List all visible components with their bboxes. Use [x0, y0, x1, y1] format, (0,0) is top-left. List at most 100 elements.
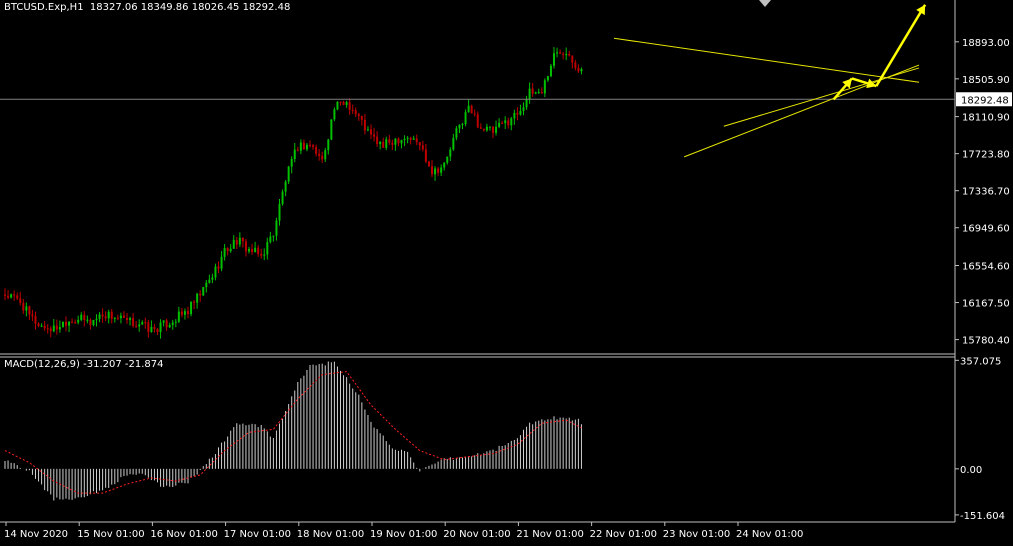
candle-body: [391, 142, 394, 145]
candle-body: [260, 253, 263, 256]
candle-body: [461, 123, 464, 125]
candle-body: [495, 126, 498, 133]
candle-body: [443, 162, 446, 168]
candle-body: [266, 242, 269, 255]
candle-body: [40, 325, 43, 327]
candle-body: [379, 141, 382, 145]
candle-body: [522, 107, 525, 111]
candle-body: [92, 320, 95, 325]
candle-body: [220, 256, 223, 269]
candle-body: [528, 88, 531, 100]
candle-body: [183, 311, 186, 315]
trendline-upper-resistance: [613, 37, 920, 83]
candle-body: [470, 105, 473, 114]
candle-body: [217, 266, 220, 269]
candle-body: [440, 167, 443, 173]
candle-body: [122, 315, 125, 318]
chart-canvas[interactable]: 18893.00 18505.90 18110.90 17723.80 17336.70…: [0, 0, 1013, 542]
candle-body: [132, 318, 135, 326]
candle-body: [449, 149, 452, 157]
candle-body: [312, 145, 315, 148]
candle-body: [68, 321, 71, 326]
candle-body: [211, 277, 214, 280]
candle-body: [339, 101, 342, 103]
candle-body: [272, 235, 275, 237]
candle-body: [537, 92, 540, 94]
candle-body: [174, 321, 177, 323]
candle-body: [513, 112, 516, 119]
trading-chart[interactable]: 18893.00 18505.90 18110.90 17723.80 17336.70…: [0, 0, 1013, 542]
candle-body: [452, 137, 455, 150]
candle-body: [519, 110, 522, 115]
candle-body: [546, 76, 549, 81]
candle-body: [345, 102, 348, 105]
candle-body: [244, 241, 247, 252]
price-tick-label: 15780.40: [962, 336, 1010, 347]
candle-body: [226, 248, 229, 252]
candle-body: [531, 88, 534, 94]
candle-body: [577, 68, 580, 72]
candle-body: [71, 321, 74, 323]
candle-body: [235, 239, 238, 245]
candle-body: [299, 142, 302, 151]
candle-body: [89, 319, 92, 325]
candle-body: [305, 144, 308, 150]
candle-body: [348, 102, 351, 110]
candle-body: [543, 80, 546, 94]
price-tick-label: 16167.50: [962, 299, 1010, 310]
candle-body: [354, 110, 357, 115]
candle-body: [342, 101, 345, 105]
time-tick-label: 19 Nov 01:00: [370, 529, 437, 540]
candle-body: [55, 325, 58, 330]
time-tick-label: 17 Nov 01:00: [224, 529, 291, 540]
candle-body: [205, 282, 208, 288]
candle-body: [223, 248, 226, 257]
candle-body: [61, 321, 64, 328]
candle-body: [330, 119, 333, 140]
candle-body: [333, 109, 336, 120]
candle-body: [104, 316, 107, 319]
price-tick-label: 18505.90: [962, 75, 1010, 86]
candle-body: [382, 141, 385, 148]
candle-body: [275, 220, 278, 236]
candle-body: [412, 138, 415, 140]
candle-body: [190, 301, 193, 315]
symbol-ohlc-label: BTCUSD.Exp,H1 18327.06 18349.86 18026.45…: [4, 2, 291, 13]
candle-body: [287, 166, 290, 182]
candle-body: [296, 149, 299, 151]
time-tick-label: 23 Nov 01:00: [663, 529, 730, 540]
candle-body: [165, 320, 168, 328]
macd-tick-label: -151.604: [960, 511, 1005, 522]
candle-body: [370, 129, 372, 135]
candle-body: [10, 294, 13, 298]
candle-body: [138, 324, 141, 327]
time-tick-label: 20 Nov 01:00: [443, 529, 510, 540]
candle-body: [434, 168, 437, 175]
candle-body: [540, 92, 543, 94]
candle-body: [34, 316, 37, 324]
candle-body: [19, 298, 22, 303]
candle-body: [126, 317, 128, 320]
macd-indicator-label: MACD(12,26,9) -31.207 -21.874: [4, 359, 164, 370]
candle-body: [238, 237, 241, 245]
candle-body: [159, 322, 162, 333]
candle-body: [327, 139, 330, 151]
price-tick-label: 16554.60: [962, 262, 1010, 273]
candle-body: [400, 140, 403, 144]
candle-body: [498, 122, 501, 127]
candle-body: [525, 99, 528, 108]
candle-body: [214, 266, 217, 278]
candle-body: [177, 311, 180, 322]
candle-body: [556, 52, 559, 54]
candle-body: [284, 181, 287, 192]
candle-body: [229, 248, 232, 252]
candle-body: [193, 301, 196, 303]
chart-shift-marker-icon[interactable]: [759, 0, 771, 7]
candle-body: [580, 68, 583, 72]
time-tick-label: 14 Nov 2020: [4, 529, 68, 540]
candle-body: [86, 319, 89, 321]
candle-body: [324, 150, 327, 160]
time-tick-label: 18 Nov 01:00: [297, 529, 364, 540]
candle-body: [293, 149, 296, 160]
current-price-label: 18292.48: [961, 95, 1009, 106]
